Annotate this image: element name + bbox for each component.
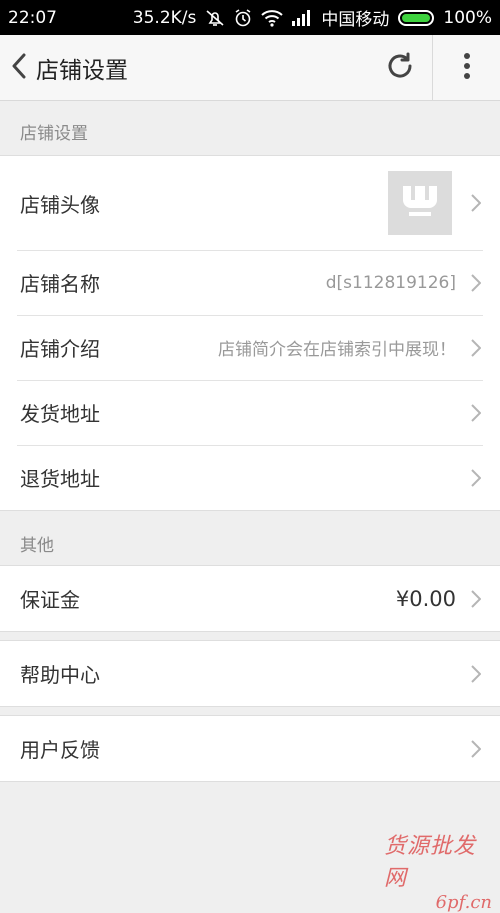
deposit-amount: ¥0.00 [395, 586, 456, 611]
row-label-shipping-address: 发货地址 [20, 402, 100, 426]
refresh-button[interactable] [372, 35, 428, 101]
row-shop-name[interactable]: 店铺名称 d[s112819126] [0, 250, 500, 315]
refresh-icon [385, 51, 415, 85]
row-label-shop-name: 店铺名称 [20, 272, 100, 296]
shop-avatar-image [388, 171, 452, 235]
back-arrow-icon [11, 53, 27, 83]
row-label-shop-avatar: 店铺头像 [20, 192, 100, 217]
battery-level [402, 13, 431, 22]
status-time: 22:07 [8, 7, 57, 28]
row-label-user-feedback: 用户反馈 [20, 738, 100, 762]
chevron-right-icon [462, 466, 490, 490]
more-vertical-icon [463, 52, 471, 84]
row-label-shop-intro: 店铺介绍 [20, 337, 100, 361]
page-title: 店铺设置 [36, 57, 128, 84]
row-user-feedback[interactable]: 用户反馈 [0, 716, 500, 781]
row-label-deposit: 保证金 [20, 588, 80, 612]
watermark-line2: 6pf.cn [435, 892, 492, 913]
watermark-line1: 货源批发网 [384, 834, 477, 891]
chevron-right-icon [462, 191, 490, 215]
status-bar: 22:07 35.2K/s 中国移动 100% [0, 0, 500, 35]
chevron-right-icon [462, 587, 490, 611]
status-right: 35.2K/s 中国移动 100% [132, 5, 492, 31]
network-speed: 35.2K/s [132, 7, 197, 28]
shop-settings-group: 店铺头像 店铺名称 d[s112819126] 店铺介绍 店铺简介会在店铺索引中… [0, 155, 500, 511]
row-shop-avatar[interactable]: 店铺头像 [0, 156, 500, 250]
wifi-icon [261, 9, 284, 27]
chevron-right-icon [462, 336, 490, 360]
shop-intro-value: 店铺简介会在店铺索引中展现！ [218, 340, 456, 360]
deposit-group: 保证金 ¥0.00 [0, 565, 500, 632]
app-bar: 店铺设置 [0, 35, 500, 101]
chevron-right-icon [462, 662, 490, 686]
row-label-help-center: 帮助中心 [20, 663, 100, 687]
shop-logo-icon [400, 184, 440, 222]
section-header-other: 其他 [20, 535, 54, 556]
battery-icon [398, 9, 435, 26]
battery-percent: 100% [443, 7, 492, 28]
alarm-icon [234, 8, 252, 27]
shop-name-value: d[s112819126] [325, 272, 456, 293]
row-shop-intro[interactable]: 店铺介绍 店铺简介会在店铺索引中展现！ [0, 315, 500, 380]
feedback-group: 用户反馈 [0, 715, 500, 782]
back-button[interactable] [2, 35, 36, 101]
row-deposit[interactable]: 保证金 ¥0.00 [0, 566, 500, 631]
row-shipping-address[interactable]: 发货地址 [0, 380, 500, 445]
watermark: 货源批发网 6pf.cn [384, 828, 496, 913]
chevron-right-icon [462, 737, 490, 761]
row-help-center[interactable]: 帮助中心 [0, 641, 500, 706]
help-group: 帮助中心 [0, 640, 500, 707]
chevron-right-icon [462, 401, 490, 425]
mute-icon [205, 9, 225, 27]
more-options-button[interactable] [433, 35, 500, 101]
row-label-return-address: 退货地址 [20, 467, 100, 491]
section-header-shop-settings: 店铺设置 [20, 123, 88, 144]
carrier-name: 中国移动 [321, 10, 390, 30]
chevron-right-icon [462, 271, 490, 295]
row-return-address[interactable]: 退货地址 [0, 445, 500, 510]
signal-icon [292, 9, 312, 26]
